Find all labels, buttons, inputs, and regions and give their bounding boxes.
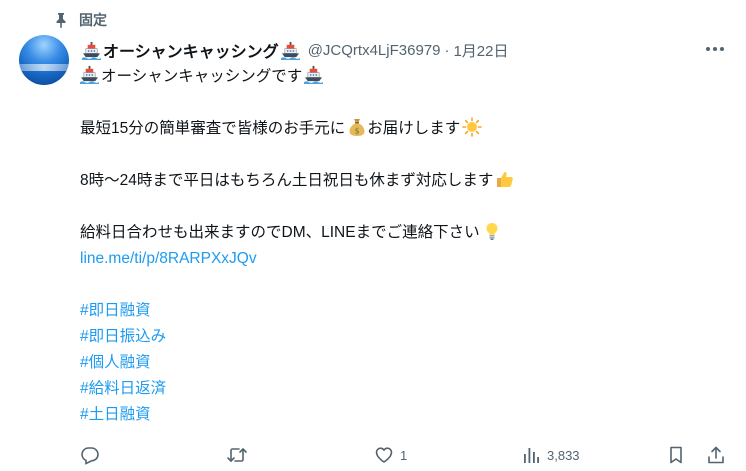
- author-name[interactable]: オーシャンキャッシング: [103, 38, 279, 62]
- action-bar: 1 3,833: [80, 442, 730, 468]
- hashtag-link[interactable]: #土日融資: [80, 406, 151, 423]
- tweet-line: 8時〜24時まで平日はもちろん土日祝日も休まず対応します: [80, 168, 730, 194]
- ship-emoji-icon: [82, 41, 101, 60]
- money-bag-emoji-icon: $: [349, 119, 365, 136]
- ship-emoji-icon: [304, 65, 324, 84]
- tweet-line-text: オーシャンキャッシングです: [101, 68, 303, 85]
- hashtag-link[interactable]: #給料日返済: [80, 380, 166, 397]
- tweet-line-text: 最短15分の簡単審査で皆様のお手元に: [80, 120, 346, 137]
- more-icon: [706, 47, 724, 51]
- reply-icon: [81, 447, 99, 465]
- tweet-text: オーシャンキャッシングです 最短15分の簡単審査で皆様のお手元に $ お届けしま…: [80, 64, 730, 428]
- pinned-label: 固定: [79, 12, 107, 28]
- tweet-line: line.me/ti/p/8RARPXxJQv: [80, 246, 730, 272]
- pin-icon: [52, 11, 70, 29]
- ship-emoji-icon: [80, 65, 99, 84]
- tweet-date[interactable]: 1月22日: [453, 40, 508, 61]
- hashtag-line: #個人融資: [80, 350, 730, 376]
- retweet-button[interactable]: [226, 442, 254, 468]
- hashtag-link[interactable]: #即日振込み: [80, 328, 166, 345]
- tweet-line: オーシャンキャッシングです: [80, 64, 730, 90]
- tweet-line-text: お届けします: [367, 120, 461, 137]
- thumbs-up-emoji-icon: [497, 172, 514, 187]
- tweet-line: 最短15分の簡単審査で皆様のお手元に $ お届けします: [80, 116, 730, 142]
- like-button[interactable]: 1: [374, 442, 407, 468]
- analytics-icon: [524, 448, 539, 463]
- hashtag-line: #土日融資: [80, 402, 730, 428]
- share-icon: [708, 446, 724, 464]
- share-button[interactable]: [706, 442, 726, 468]
- tweet-header: オーシャンキャッシング @JCQrtx4LjF36979 · 1月22日: [80, 38, 509, 62]
- reply-button[interactable]: [80, 442, 106, 468]
- bookmark-button[interactable]: [666, 442, 686, 468]
- svg-text:$: $: [355, 127, 360, 136]
- pinned-indicator: 固定: [52, 10, 107, 30]
- avatar[interactable]: [19, 35, 69, 85]
- hashtag-line: #給料日返済: [80, 376, 730, 402]
- separator-dot: ·: [444, 41, 450, 59]
- light-bulb-emoji-icon: [486, 223, 498, 240]
- tweet-link[interactable]: line.me/ti/p/8RARPXxJQv: [80, 250, 257, 267]
- hashtag-link[interactable]: #個人融資: [80, 354, 151, 371]
- retweet-icon: [227, 448, 247, 462]
- heart-icon: [375, 447, 393, 463]
- hashtag-link[interactable]: #即日融資: [80, 302, 151, 319]
- tweet-line-text: 給料日合わせも出来ますのでDM、LINEまでご連絡下さい: [80, 224, 480, 241]
- tweet-line: 給料日合わせも出来ますのでDM、LINEまでご連絡下さい: [80, 220, 730, 246]
- hashtag-line: #即日融資: [80, 298, 730, 324]
- author-handle[interactable]: @JCQrtx4LjF36979: [308, 42, 441, 59]
- bookmark-icon: [670, 446, 682, 464]
- views-button[interactable]: 3,833: [521, 442, 580, 468]
- more-options-button[interactable]: [704, 40, 726, 58]
- hashtag-line: #即日振込み: [80, 324, 730, 350]
- tweet-line-text: 8時〜24時まで平日はもちろん土日祝日も休まず対応します: [80, 172, 494, 189]
- like-count: 1: [400, 447, 408, 463]
- ship-emoji-icon: [280, 41, 300, 60]
- sun-emoji-icon: [462, 117, 483, 137]
- views-count: 3,833: [547, 447, 580, 463]
